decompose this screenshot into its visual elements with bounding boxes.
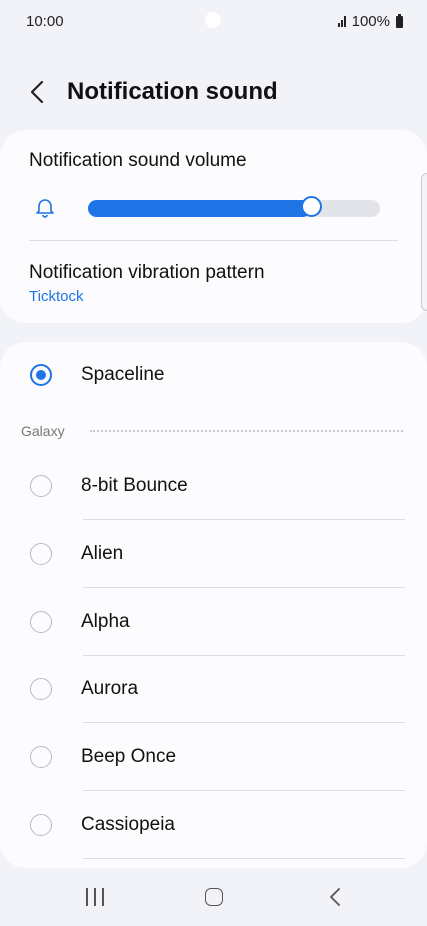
home-icon[interactable] — [205, 888, 223, 906]
divider — [29, 240, 398, 241]
radio-button[interactable] — [30, 475, 52, 497]
sound-item-label[interactable]: Beep Once — [81, 746, 176, 768]
category-divider — [90, 430, 403, 432]
list-divider — [83, 858, 405, 859]
radio-button[interactable] — [30, 678, 52, 701]
settings-card: Notification sound volume Notification v… — [0, 130, 427, 323]
sound-item-label[interactable]: Alien — [81, 543, 123, 565]
bell-icon[interactable] — [34, 196, 56, 218]
chevron-left-icon[interactable] — [24, 78, 52, 106]
sound-item-label[interactable]: Alpha — [81, 611, 130, 633]
status-time: 10:00 — [26, 13, 64, 30]
list-divider — [83, 586, 405, 588]
status-bar: 10:00 100% — [0, 0, 427, 44]
battery-icon — [396, 13, 403, 28]
scroll-handle[interactable] — [421, 173, 427, 311]
recent-apps-icon[interactable] — [86, 888, 104, 906]
page-title: Notification sound — [67, 78, 278, 105]
volume-slider[interactable] — [88, 196, 380, 217]
radio-selected[interactable] — [30, 364, 52, 386]
category-header: Galaxy — [21, 423, 65, 439]
navigation-bar — [0, 868, 427, 926]
list-divider — [83, 519, 405, 520]
vibration-pattern-label[interactable]: Notification vibration pattern — [29, 262, 265, 284]
volume-slider-fill — [88, 200, 311, 217]
radio-button[interactable] — [30, 542, 52, 565]
list-divider — [83, 654, 405, 656]
list-divider — [83, 722, 405, 724]
sound-item-label[interactable]: Aurora — [81, 678, 138, 700]
vibration-pattern-value[interactable]: Ticktock — [29, 288, 83, 305]
sound-item-label[interactable]: 8-bit Bounce — [81, 475, 188, 497]
battery-percent: 100% — [351, 13, 390, 30]
volume-slider-thumb[interactable] — [301, 196, 322, 217]
back-nav-icon[interactable] — [326, 886, 344, 908]
camera-cutout — [205, 12, 221, 28]
volume-label: Notification sound volume — [29, 150, 247, 171]
selected-sound-label[interactable]: Spaceline — [81, 364, 164, 386]
app-header: Notification sound — [0, 70, 427, 116]
radio-button[interactable] — [30, 610, 52, 633]
signal-icon — [337, 16, 346, 27]
list-divider — [83, 790, 405, 792]
sound-item-label[interactable]: Cassiopeia — [81, 814, 175, 836]
radio-button[interactable] — [30, 814, 52, 836]
status-indicators: 100% — [337, 13, 403, 30]
sound-list-card: Spaceline Galaxy 8-bit Bounce Alien Alpha A… — [0, 342, 427, 868]
radio-button[interactable] — [30, 746, 52, 769]
